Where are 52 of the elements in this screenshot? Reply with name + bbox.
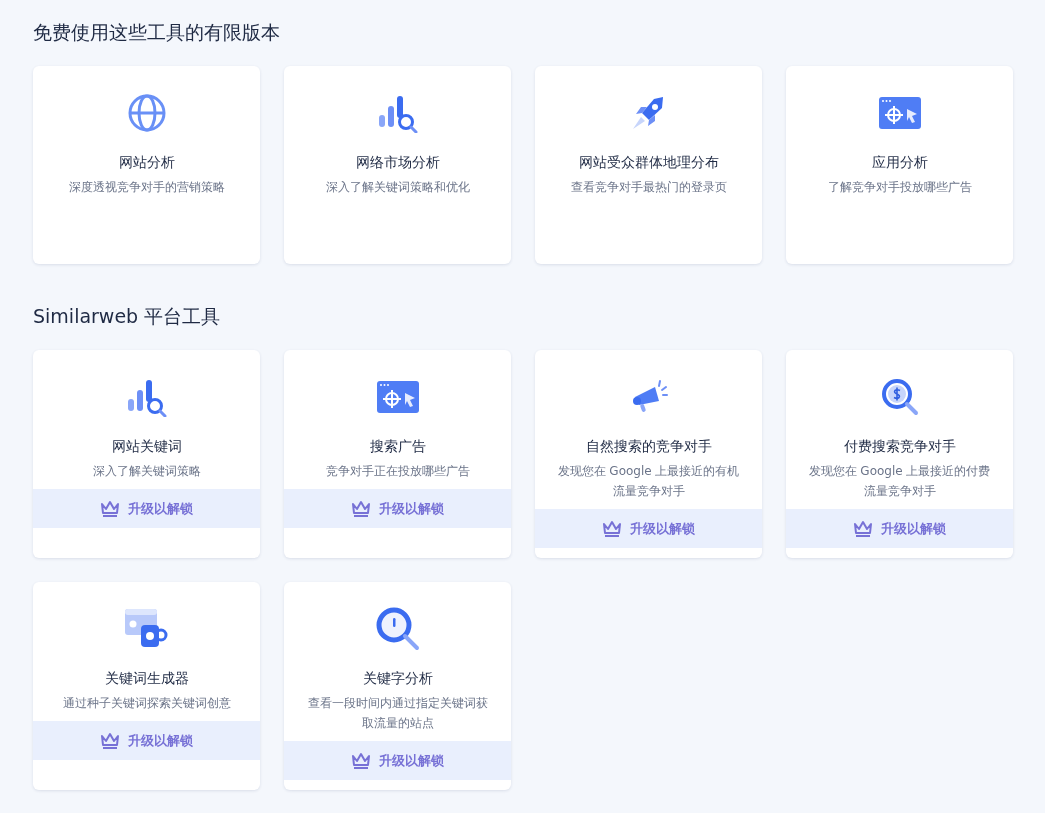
tool-card[interactable]: 自然搜索的竞争对手 发现您在 Google 上最接近的有机流量竞争对手 升级以解锁 <box>535 350 762 558</box>
card-title: 付费搜索竞争对手 <box>843 438 956 456</box>
bar-chart-search-icon <box>125 377 168 417</box>
card-title: 网站关键词 <box>111 438 182 456</box>
crown-icon <box>853 519 873 538</box>
crown-icon <box>100 731 120 750</box>
card-title: 网站分析 <box>118 154 175 172</box>
tool-card[interactable]: 网站关键词 深入了解关键词策略 升级以解锁 <box>33 350 260 558</box>
upgrade-button[interactable]: 升级以解锁 <box>535 509 762 548</box>
section-title: Similarweb 平台工具 <box>33 304 222 329</box>
card-description: 深入了解关键词策略和优化 <box>324 179 471 196</box>
upgrade-button[interactable]: 升级以解锁 <box>284 489 511 528</box>
card-title: 关键词生成器 <box>104 670 189 688</box>
card-description: 发现您在 Google 上最接近的付费流量竞争对手 <box>807 463 992 500</box>
card-description: 查看一段时间内通过指定关键词获取流量的站点 <box>306 695 489 732</box>
section-title: 免费使用这些工具的有限版本 <box>33 20 281 45</box>
card-description: 查看竞争对手最热门的登录页 <box>569 179 728 196</box>
card-title: 搜索广告 <box>369 438 426 456</box>
tool-card[interactable]: 关键词生成器 通过种子关键词探索关键词创意 升级以解锁 <box>33 582 260 790</box>
tool-card[interactable]: 网络市场分析 深入了解关键词策略和优化 <box>284 66 511 264</box>
search-icon <box>374 606 421 652</box>
upgrade-button[interactable]: 升级以解锁 <box>33 721 260 760</box>
upgrade-button[interactable]: 升级以解锁 <box>33 489 260 528</box>
tool-card[interactable]: 网站分析 深度透视竞争对手的营销策略 <box>33 66 260 264</box>
crown-icon <box>602 519 622 538</box>
browser-crosshair-icon <box>878 97 921 129</box>
card-description: 发现您在 Google 上最接近的有机流量竞争对手 <box>556 463 741 500</box>
bar-chart-search-icon <box>376 93 419 133</box>
browser-crosshair-icon <box>376 381 419 413</box>
tool-card[interactable]: 网站受众群体地理分布 查看竞争对手最热门的登录页 <box>535 66 762 264</box>
card-description: 通过种子关键词探索关键词创意 <box>61 695 232 712</box>
card-title: 网络市场分析 <box>355 154 440 172</box>
card-description: 深度透视竞争对手的营销策略 <box>67 179 226 196</box>
crown-icon <box>351 499 371 518</box>
globe-icon <box>126 93 167 133</box>
card-title: 自然搜索的竞争对手 <box>585 438 712 456</box>
card-title: 网站受众群体地理分布 <box>578 154 719 172</box>
card-description: 竞争对手正在投放哪些广告 <box>324 463 471 480</box>
card-description: 了解竞争对手投放哪些广告 <box>826 179 973 196</box>
tool-card[interactable]: 应用分析 了解竞争对手投放哪些广告 <box>786 66 1013 264</box>
tool-card[interactable]: 付费搜索竞争对手 发现您在 Google 上最接近的付费流量竞争对手 升级以解锁 <box>786 350 1013 558</box>
crown-icon <box>100 499 120 518</box>
tool-card[interactable]: 关键字分析 查看一段时间内通过指定关键词获取流量的站点 升级以解锁 <box>284 582 511 790</box>
upgrade-button[interactable]: 升级以解锁 <box>284 741 511 780</box>
card-title: 应用分析 <box>871 154 928 172</box>
tool-card[interactable]: 搜索广告 竞争对手正在投放哪些广告 升级以解锁 <box>284 350 511 558</box>
card-description: 深入了解关键词策略 <box>91 463 202 480</box>
browser-mug-icon <box>124 609 169 649</box>
card-title: 关键字分析 <box>362 670 433 688</box>
dollar-search-icon <box>879 377 920 417</box>
crown-icon <box>351 751 371 770</box>
upgrade-button[interactable]: 升级以解锁 <box>786 509 1013 548</box>
